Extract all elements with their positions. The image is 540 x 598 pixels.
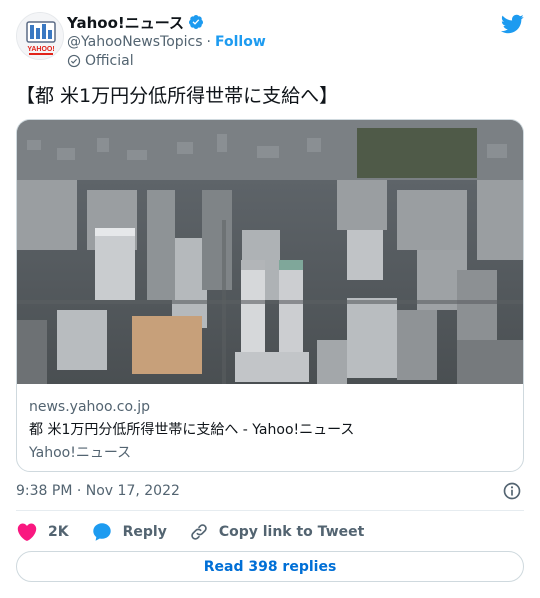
reply-button[interactable]: Reply (91, 521, 167, 543)
copy-link-label: Copy link to Tweet (218, 524, 365, 540)
reply-label: Reply (122, 524, 167, 540)
copy-link-button[interactable]: Copy link to Tweet (189, 522, 364, 542)
separator-dot: · (206, 34, 211, 50)
twitter-bird-icon[interactable] (500, 12, 524, 36)
author-name[interactable]: Yahoo!ニュース (67, 12, 184, 33)
verified-icon (188, 15, 203, 29)
follow-link[interactable]: Follow (215, 34, 266, 50)
official-label: Official (85, 53, 134, 69)
link-icon (191, 524, 207, 540)
name-row: Yahoo!ニュース (67, 12, 204, 32)
author-handle[interactable]: @YahooNewsTopics (67, 34, 203, 50)
official-badge: Official (67, 52, 134, 70)
likes-count: 2K (48, 524, 69, 540)
tweet-text: 【都 米1万円分低所得世帯に支給へ】 (16, 85, 339, 107)
link-preview-card[interactable]: news.yahoo.co.jp 都 米1万円分低所得世帯に支給へ - Yaho… (16, 119, 524, 472)
aerial-city-photo (17, 120, 523, 384)
avatar[interactable]: YAHOO! (16, 12, 64, 60)
tweet-header: YAHOO! Yahoo!ニュース @YahooNewsTopics · Fol… (16, 12, 524, 70)
link-site: Yahoo!ニュース (29, 445, 132, 461)
link-title[interactable]: 都 米1万円分低所得世帯に支給へ - Yahoo!ニュース (29, 420, 509, 440)
official-check-icon (67, 54, 81, 68)
handle-row: @YahooNewsTopics · Follow (67, 32, 266, 52)
like-button[interactable]: 2K (16, 521, 69, 543)
divider (16, 510, 524, 511)
info-icon[interactable] (502, 481, 522, 501)
tweet-card: YAHOO! Yahoo!ニュース @YahooNewsTopics · Fol… (0, 0, 540, 598)
action-bar: 2K Reply Copy link to Tweet (16, 518, 386, 546)
avatar-logo-text: YAHOO! (27, 46, 54, 53)
link-domain: news.yahoo.co.jp (29, 399, 150, 415)
heart-icon (17, 523, 37, 541)
reply-bubble-icon (92, 523, 111, 541)
tweet-timestamp[interactable]: 9:38 PM · Nov 17, 2022 (16, 481, 180, 501)
read-replies-button[interactable]: Read 398 replies (16, 551, 524, 582)
link-meta: news.yahoo.co.jp 都 米1万円分低所得世帯に支給へ - Yaho… (29, 397, 509, 463)
